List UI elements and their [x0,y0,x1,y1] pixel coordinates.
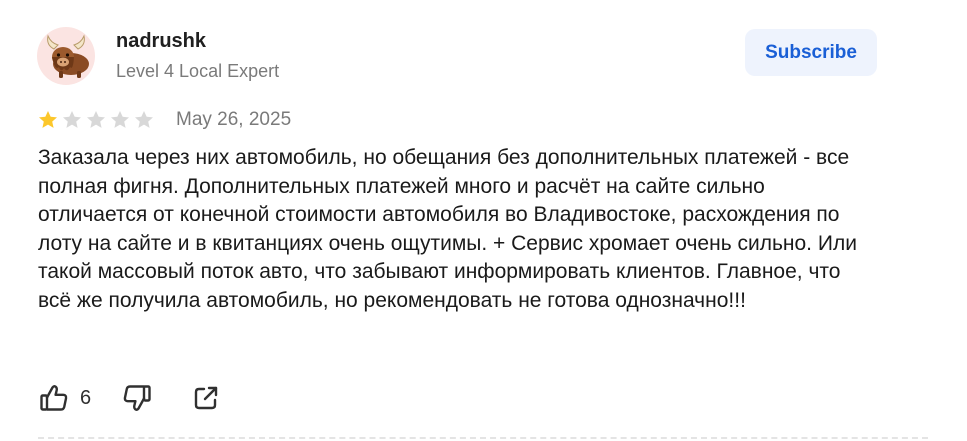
star-empty-icon [133,109,155,131]
yak-emoji-icon [47,34,89,78]
thumbs-up-icon [40,385,68,411]
star-empty-icon [85,109,107,131]
review-text: Заказала через них автомобиль, но обещан… [38,146,857,312]
review-date: May 26, 2025 [176,109,292,130]
thumbs-down-icon [123,385,151,411]
author-level: Level 4 Local Expert [116,61,280,81]
dislike-button[interactable] [121,382,153,414]
review-divider [38,437,928,439]
like-button[interactable]: 6 [38,382,91,414]
star-filled-icon [37,109,59,131]
star-empty-icon [109,109,131,131]
share-icon [194,386,218,410]
author-avatar[interactable] [37,27,95,85]
star-empty-icon [61,109,83,131]
subscribe-button[interactable]: Subscribe [745,29,877,76]
like-count: 6 [80,386,92,409]
share-button[interactable] [191,383,221,413]
review-card: nadrushk Level 4 Local Expert Subscribe … [0,0,967,441]
review-actions: 6 [38,378,221,418]
author-name[interactable]: nadrushk [116,30,206,52]
star-rating [37,107,157,133]
